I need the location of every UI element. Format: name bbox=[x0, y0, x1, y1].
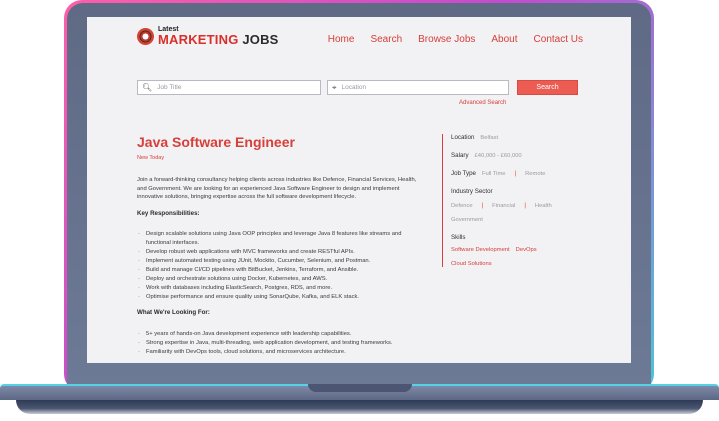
job-title: Java Software Engineer bbox=[137, 134, 295, 150]
job-type-row: Job Type Full Time | Remote bbox=[451, 170, 546, 177]
nav-about[interactable]: About bbox=[491, 34, 517, 45]
list-item: Optimise performance and ensure quality … bbox=[137, 293, 421, 302]
list-item: Work with databases including ElasticSea… bbox=[137, 284, 421, 293]
salary-label: Salary bbox=[451, 152, 469, 159]
skills-label: Skills bbox=[451, 234, 466, 241]
looking-for-heading: What We're Looking For: bbox=[137, 309, 210, 317]
salary-row: Salary £40,000 - £60,000 bbox=[451, 152, 602, 159]
job-type-label: Job Type bbox=[451, 170, 476, 177]
responsibilities-heading: Key Responsibilities: bbox=[137, 209, 200, 217]
site-logo[interactable]: Latest MARKETING JOBS bbox=[137, 26, 279, 46]
list-item: Implement automated testing using JUnit,… bbox=[137, 257, 421, 266]
nav-contact-us[interactable]: Contact Us bbox=[534, 34, 583, 45]
skill-software-development[interactable]: Software Development bbox=[451, 247, 510, 253]
list-item: 5+ years of hands-on Java development ex… bbox=[137, 330, 421, 339]
location-input[interactable]: ⌖ Location bbox=[327, 80, 509, 95]
list-item: Develop robust web applications with MVC… bbox=[137, 248, 421, 257]
search-bar: 🔍︎ Job Title ⌖ Location Search bbox=[137, 80, 578, 95]
responsibilities-list: Design scalable solutions using Java OOP… bbox=[137, 230, 421, 301]
list-item: Design scalable solutions using Java OOP… bbox=[137, 230, 421, 247]
logo-big-text: MARKETING JOBS bbox=[158, 33, 279, 46]
skill-cloud-solutions[interactable]: Cloud Solutions bbox=[451, 261, 492, 267]
job-details-sidebar: Location Belfast Salary £40,000 - £60,00… bbox=[442, 134, 602, 267]
industry-defence[interactable]: Defence bbox=[451, 203, 473, 209]
list-item: Familiarity with DevOps tools, cloud sol… bbox=[137, 348, 421, 357]
industry-heading-row: Industry Sector bbox=[451, 188, 602, 195]
salary-value: £40,000 - £60,000 bbox=[474, 153, 522, 159]
industry-financial[interactable]: Financial bbox=[492, 203, 515, 209]
job-title-placeholder: Job Title bbox=[157, 84, 182, 91]
industry-health[interactable]: Health bbox=[535, 203, 552, 209]
logo-marketing-text: MARKETING bbox=[158, 32, 239, 47]
industry-label: Industry Sector bbox=[451, 188, 493, 195]
location-placeholder: Location bbox=[341, 84, 367, 91]
nav-browse-jobs[interactable]: Browse Jobs bbox=[418, 34, 475, 45]
advanced-search-link[interactable]: Advanced Search bbox=[459, 100, 506, 106]
location-pin-icon: ⌖ bbox=[332, 82, 337, 92]
location-row: Location Belfast bbox=[451, 134, 602, 141]
location-label: Location bbox=[451, 134, 475, 141]
laptop-base bbox=[0, 384, 719, 421]
looking-for-list: 5+ years of hands-on Java development ex… bbox=[137, 330, 421, 357]
list-item: Strong expertise in Java, multi-threadin… bbox=[137, 339, 421, 348]
search-icon: 🔍︎ bbox=[142, 83, 153, 92]
job-type-remote[interactable]: Remote bbox=[525, 171, 545, 177]
job-type-full-time[interactable]: Full Time bbox=[482, 171, 506, 177]
list-item: Deploy and orchestrate solutions using D… bbox=[137, 275, 421, 284]
skill-devops[interactable]: DevOps bbox=[516, 247, 537, 253]
search-button[interactable]: Search bbox=[517, 80, 578, 95]
list-item: Build and manage CI/CD pipelines with Bi… bbox=[137, 266, 421, 275]
job-title-input[interactable]: 🔍︎ Job Title bbox=[137, 80, 321, 95]
logo-jobs-text: JOBS bbox=[242, 32, 279, 47]
location-value: Belfast bbox=[480, 135, 499, 141]
laptop-screen: Latest MARKETING JOBS Home Search Browse… bbox=[87, 17, 631, 363]
job-intro: Join a forward-thinking consultancy help… bbox=[137, 177, 417, 201]
new-today-badge: New Today bbox=[137, 155, 165, 161]
logo-text: Latest MARKETING JOBS bbox=[158, 26, 279, 46]
target-icon bbox=[137, 27, 154, 45]
nav-search[interactable]: Search bbox=[370, 34, 402, 45]
industry-government[interactable]: Government bbox=[451, 217, 483, 223]
nav-home[interactable]: Home bbox=[328, 34, 355, 45]
main-nav: Home Search Browse Jobs About Contact Us bbox=[328, 34, 583, 45]
job-description: Join a forward-thinking consultancy help… bbox=[137, 176, 421, 363]
